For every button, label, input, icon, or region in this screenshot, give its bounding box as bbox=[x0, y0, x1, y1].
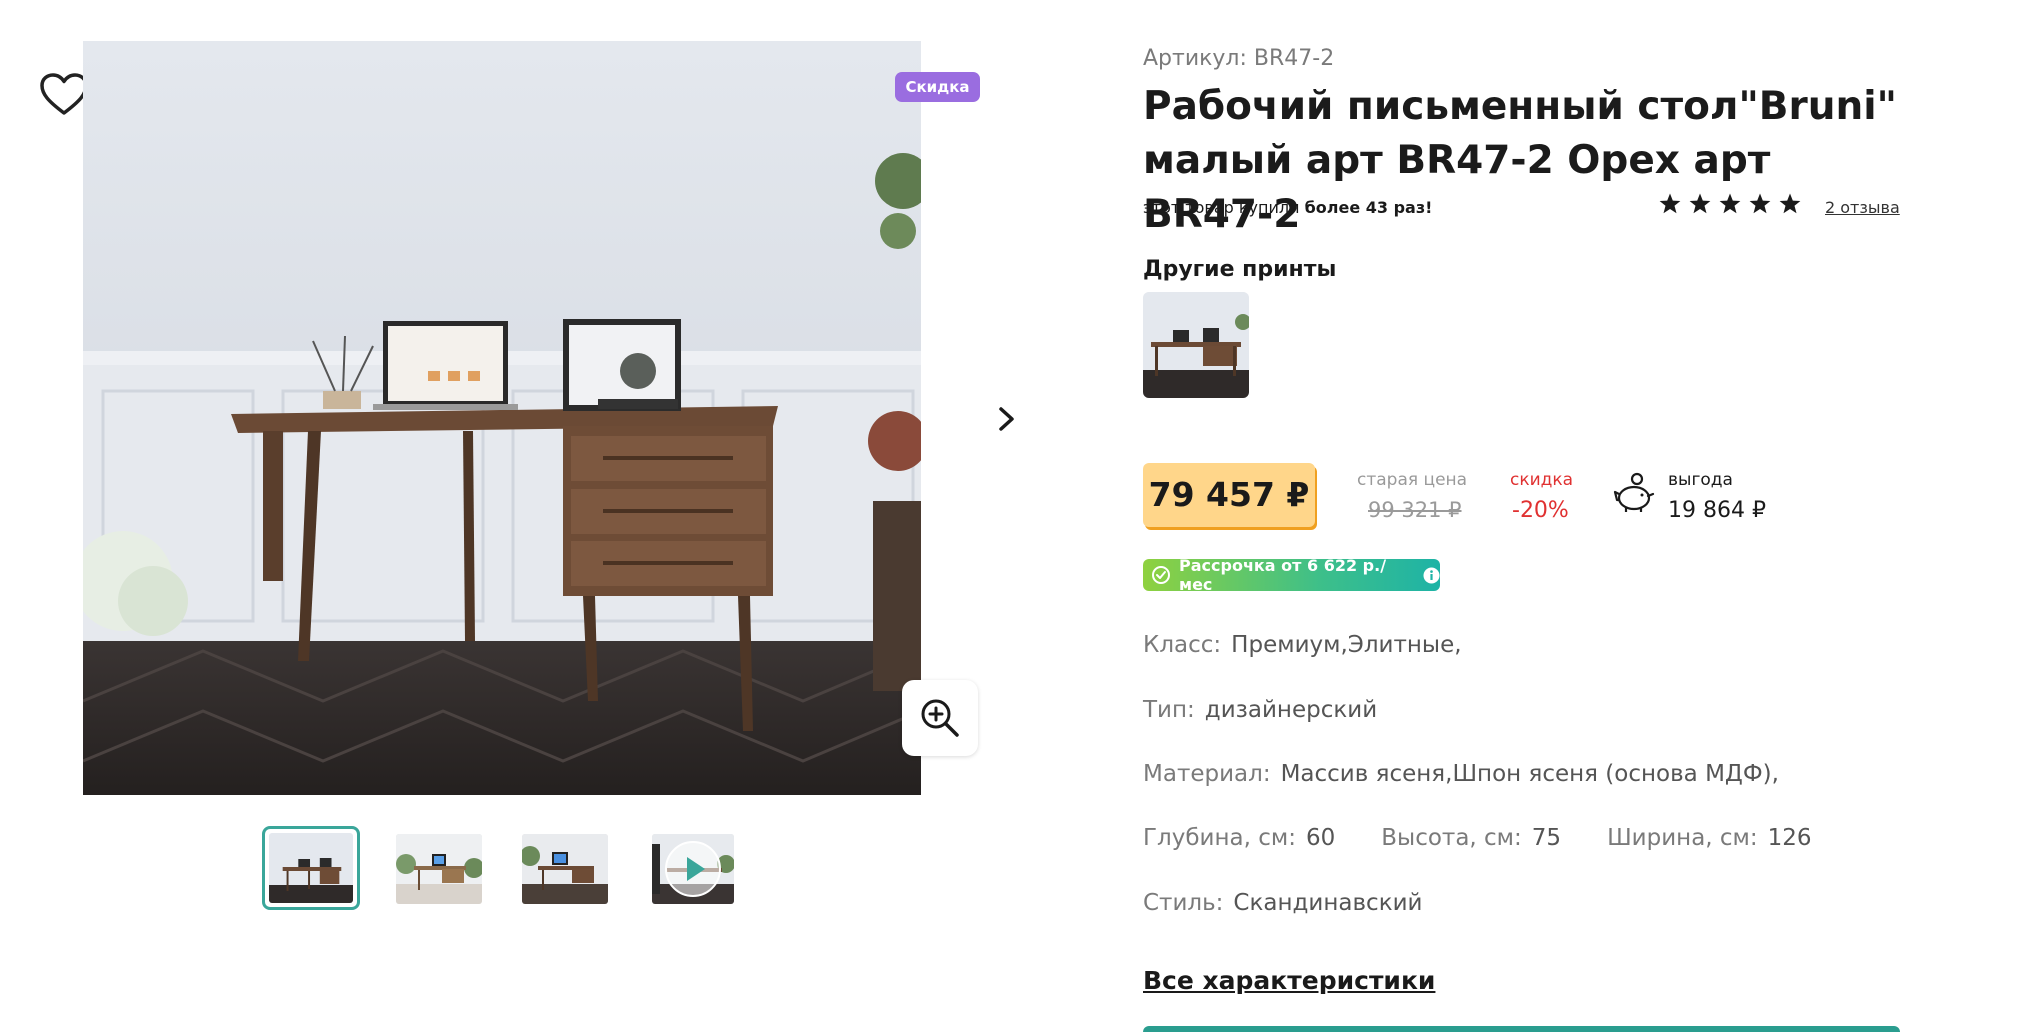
spec-depth-value: 60 bbox=[1305, 825, 1336, 851]
star-icon bbox=[1719, 193, 1741, 214]
thumbnail-strip bbox=[0, 826, 1000, 910]
thumbnail-image bbox=[269, 833, 353, 903]
purchase-count-value: более 43 раз! bbox=[1304, 198, 1433, 217]
primary-action-button[interactable] bbox=[1143, 1026, 1900, 1032]
thumbnail-3[interactable] bbox=[522, 834, 608, 904]
thumbnail-image bbox=[396, 834, 482, 904]
star-icon bbox=[1689, 193, 1711, 214]
spec-depth-label: Глубина, см: bbox=[1143, 825, 1296, 851]
other-prints-heading: Другие принты bbox=[1143, 257, 1337, 282]
purchase-count-prefix: этот товар купили bbox=[1143, 198, 1305, 217]
print-thumbnail-image bbox=[1143, 292, 1249, 398]
product-title-line-2: малый арт BR47-2 Орех арт BR47-2 bbox=[1143, 138, 1771, 237]
spec-height-label: Высота, см: bbox=[1381, 825, 1522, 851]
spec-class-value: Премиум,Элитные, bbox=[1231, 632, 1462, 658]
spec-style-label: Стиль: bbox=[1143, 890, 1224, 916]
product-page: Скидка Артикул: BR47-2 Рабочий письменны… bbox=[0, 0, 2027, 1032]
purchase-count: этот товар купили более 43 раз! bbox=[1143, 198, 1432, 217]
thumbnail-image bbox=[522, 834, 608, 904]
desk-photo bbox=[83, 41, 921, 795]
product-title-line-1: Рабочий письменный стол"Bruni" bbox=[1143, 84, 1897, 129]
piggy-bank-icon bbox=[1613, 472, 1655, 512]
star-icon bbox=[1749, 193, 1771, 214]
spec-height: Высота, см: 75 bbox=[1381, 825, 1561, 851]
all-specs-link[interactable]: Все характеристики bbox=[1143, 966, 1435, 995]
spec-dimensions: Глубина, см: 60 Высота, см: 75 Ширина, см:… bbox=[1143, 825, 1858, 851]
spec-width-label: Ширина, см: bbox=[1607, 825, 1758, 851]
zoom-button[interactable] bbox=[902, 680, 978, 756]
star-icon bbox=[1659, 193, 1681, 214]
sale-badge: Скидка bbox=[895, 72, 980, 102]
spec-type-label: Тип: bbox=[1143, 697, 1195, 723]
zoom-in-icon bbox=[921, 699, 959, 737]
installment-badge[interactable]: Рассрочка от 6 622 р./мес bbox=[1143, 556, 1440, 594]
product-sku: Артикул: BR47-2 bbox=[1143, 46, 1335, 71]
spec-type: Тип: дизайнерский bbox=[1143, 697, 1377, 723]
gallery-next-button[interactable] bbox=[992, 400, 1022, 438]
current-price: 79 457 ₽ bbox=[1143, 463, 1315, 527]
video-thumbnail[interactable] bbox=[652, 834, 734, 904]
play-icon bbox=[665, 841, 721, 897]
print-option-1[interactable] bbox=[1143, 292, 1249, 398]
spec-width: Ширина, см: 126 bbox=[1607, 825, 1812, 851]
installment-text: Рассрочка от 6 622 р./мес bbox=[1179, 556, 1387, 594]
spec-class: Класс: Премиум,Элитные, bbox=[1143, 632, 1462, 658]
spec-material: Материал: Массив ясеня,Шпон ясеня (основа… bbox=[1143, 761, 1779, 787]
spec-style-value: Скандинавский bbox=[1233, 890, 1423, 916]
discount-value: -20% bbox=[1512, 498, 1569, 523]
chevron-right-icon bbox=[999, 407, 1014, 431]
info-icon[interactable] bbox=[1423, 567, 1440, 584]
discount-label: скидка bbox=[1510, 470, 1574, 490]
star-icon bbox=[1779, 193, 1801, 214]
rating-stars bbox=[1658, 192, 1802, 216]
benefit-value: 19 864 ₽ bbox=[1668, 498, 1766, 523]
old-price-label: старая цена bbox=[1357, 470, 1468, 490]
spec-height-value: 75 bbox=[1531, 825, 1562, 851]
spec-class-label: Класс: bbox=[1143, 632, 1222, 658]
old-price: 99 321 ₽ bbox=[1368, 498, 1462, 522]
thumbnail-2[interactable] bbox=[396, 834, 482, 904]
spec-depth: Глубина, см: 60 bbox=[1143, 825, 1335, 851]
product-title: Рабочий письменный стол"Bruni" малый арт… bbox=[1143, 80, 1903, 242]
spec-type-value: дизайнерский bbox=[1204, 697, 1378, 723]
spec-material-value: Массив ясеня,Шпон ясеня (основа МДФ), bbox=[1280, 761, 1779, 787]
spec-width-value: 126 bbox=[1767, 825, 1812, 851]
main-product-image[interactable] bbox=[83, 41, 921, 795]
spec-material-label: Материал: bbox=[1143, 761, 1271, 787]
reviews-link[interactable]: 2 отзыва bbox=[1825, 198, 1900, 217]
spec-style: Стиль: Скандинавский bbox=[1143, 890, 1422, 916]
check-circle-icon bbox=[1152, 566, 1170, 584]
benefit-label: выгода bbox=[1668, 470, 1733, 490]
thumbnail-1[interactable] bbox=[262, 826, 360, 910]
